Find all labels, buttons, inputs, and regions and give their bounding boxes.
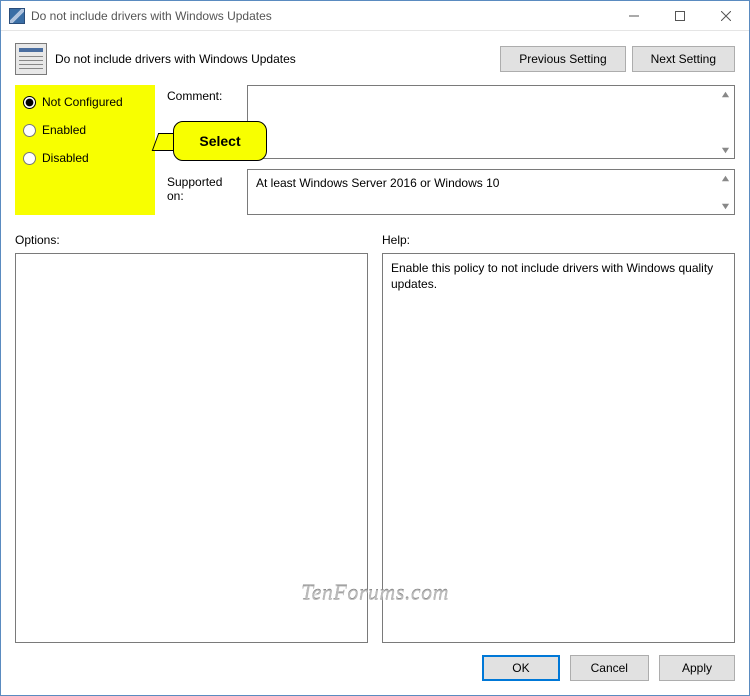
radio-enabled[interactable]: Enabled: [23, 123, 147, 137]
radio-disabled[interactable]: Disabled: [23, 151, 147, 165]
radio-not-configured-label: Not Configured: [42, 95, 123, 109]
header: Do not include drivers with Windows Upda…: [1, 31, 749, 85]
options-pane: [15, 253, 368, 643]
footer: OK Cancel Apply: [1, 643, 749, 695]
lower-panes: Options: Help: Enable this policy to not…: [1, 215, 749, 643]
comment-label: Comment:: [167, 85, 239, 103]
radio-disabled-label: Disabled: [42, 151, 89, 165]
radio-enabled-label: Enabled: [42, 123, 86, 137]
radio-not-configured-input[interactable]: [23, 96, 36, 109]
scroll-down-icon[interactable]: [717, 142, 734, 158]
help-label: Help:: [382, 233, 735, 247]
titlebar-title: Do not include drivers with Windows Upda…: [31, 9, 611, 23]
maximize-button[interactable]: [657, 1, 703, 30]
titlebar: Do not include drivers with Windows Upda…: [1, 1, 749, 31]
policy-large-icon: [15, 43, 47, 75]
dialog-window: Do not include drivers with Windows Upda…: [0, 0, 750, 696]
policy-icon: [9, 8, 25, 24]
scroll-up-icon[interactable]: [717, 170, 734, 186]
comment-scrollbar[interactable]: [717, 86, 734, 158]
radio-enabled-input[interactable]: [23, 124, 36, 137]
ok-button[interactable]: OK: [482, 655, 559, 681]
supported-on-label: Supported on:: [167, 169, 239, 203]
supported-on-value: At least Windows Server 2016 or Windows …: [256, 176, 716, 208]
supported-on-field: At least Windows Server 2016 or Windows …: [247, 169, 735, 215]
radio-not-configured[interactable]: Not Configured: [23, 95, 147, 109]
cancel-button[interactable]: Cancel: [570, 655, 649, 681]
settings-area: Not Configured Enabled Disabled Comment:: [1, 85, 749, 215]
help-text: Enable this policy to not include driver…: [391, 260, 726, 292]
apply-button[interactable]: Apply: [659, 655, 735, 681]
help-pane: Enable this policy to not include driver…: [382, 253, 735, 643]
window-controls: [611, 1, 749, 30]
previous-setting-button[interactable]: Previous Setting: [500, 46, 625, 72]
options-label: Options:: [15, 233, 368, 247]
header-title: Do not include drivers with Windows Upda…: [55, 52, 500, 66]
next-setting-button[interactable]: Next Setting: [632, 46, 735, 72]
minimize-button[interactable]: [611, 1, 657, 30]
radio-disabled-input[interactable]: [23, 152, 36, 165]
comment-textarea[interactable]: [247, 85, 735, 159]
supported-scrollbar[interactable]: [717, 170, 734, 214]
scroll-up-icon[interactable]: [717, 86, 734, 102]
comment-value: [256, 92, 716, 152]
close-button[interactable]: [703, 1, 749, 30]
state-radio-group: Not Configured Enabled Disabled: [15, 85, 155, 215]
scroll-down-icon[interactable]: [717, 198, 734, 214]
